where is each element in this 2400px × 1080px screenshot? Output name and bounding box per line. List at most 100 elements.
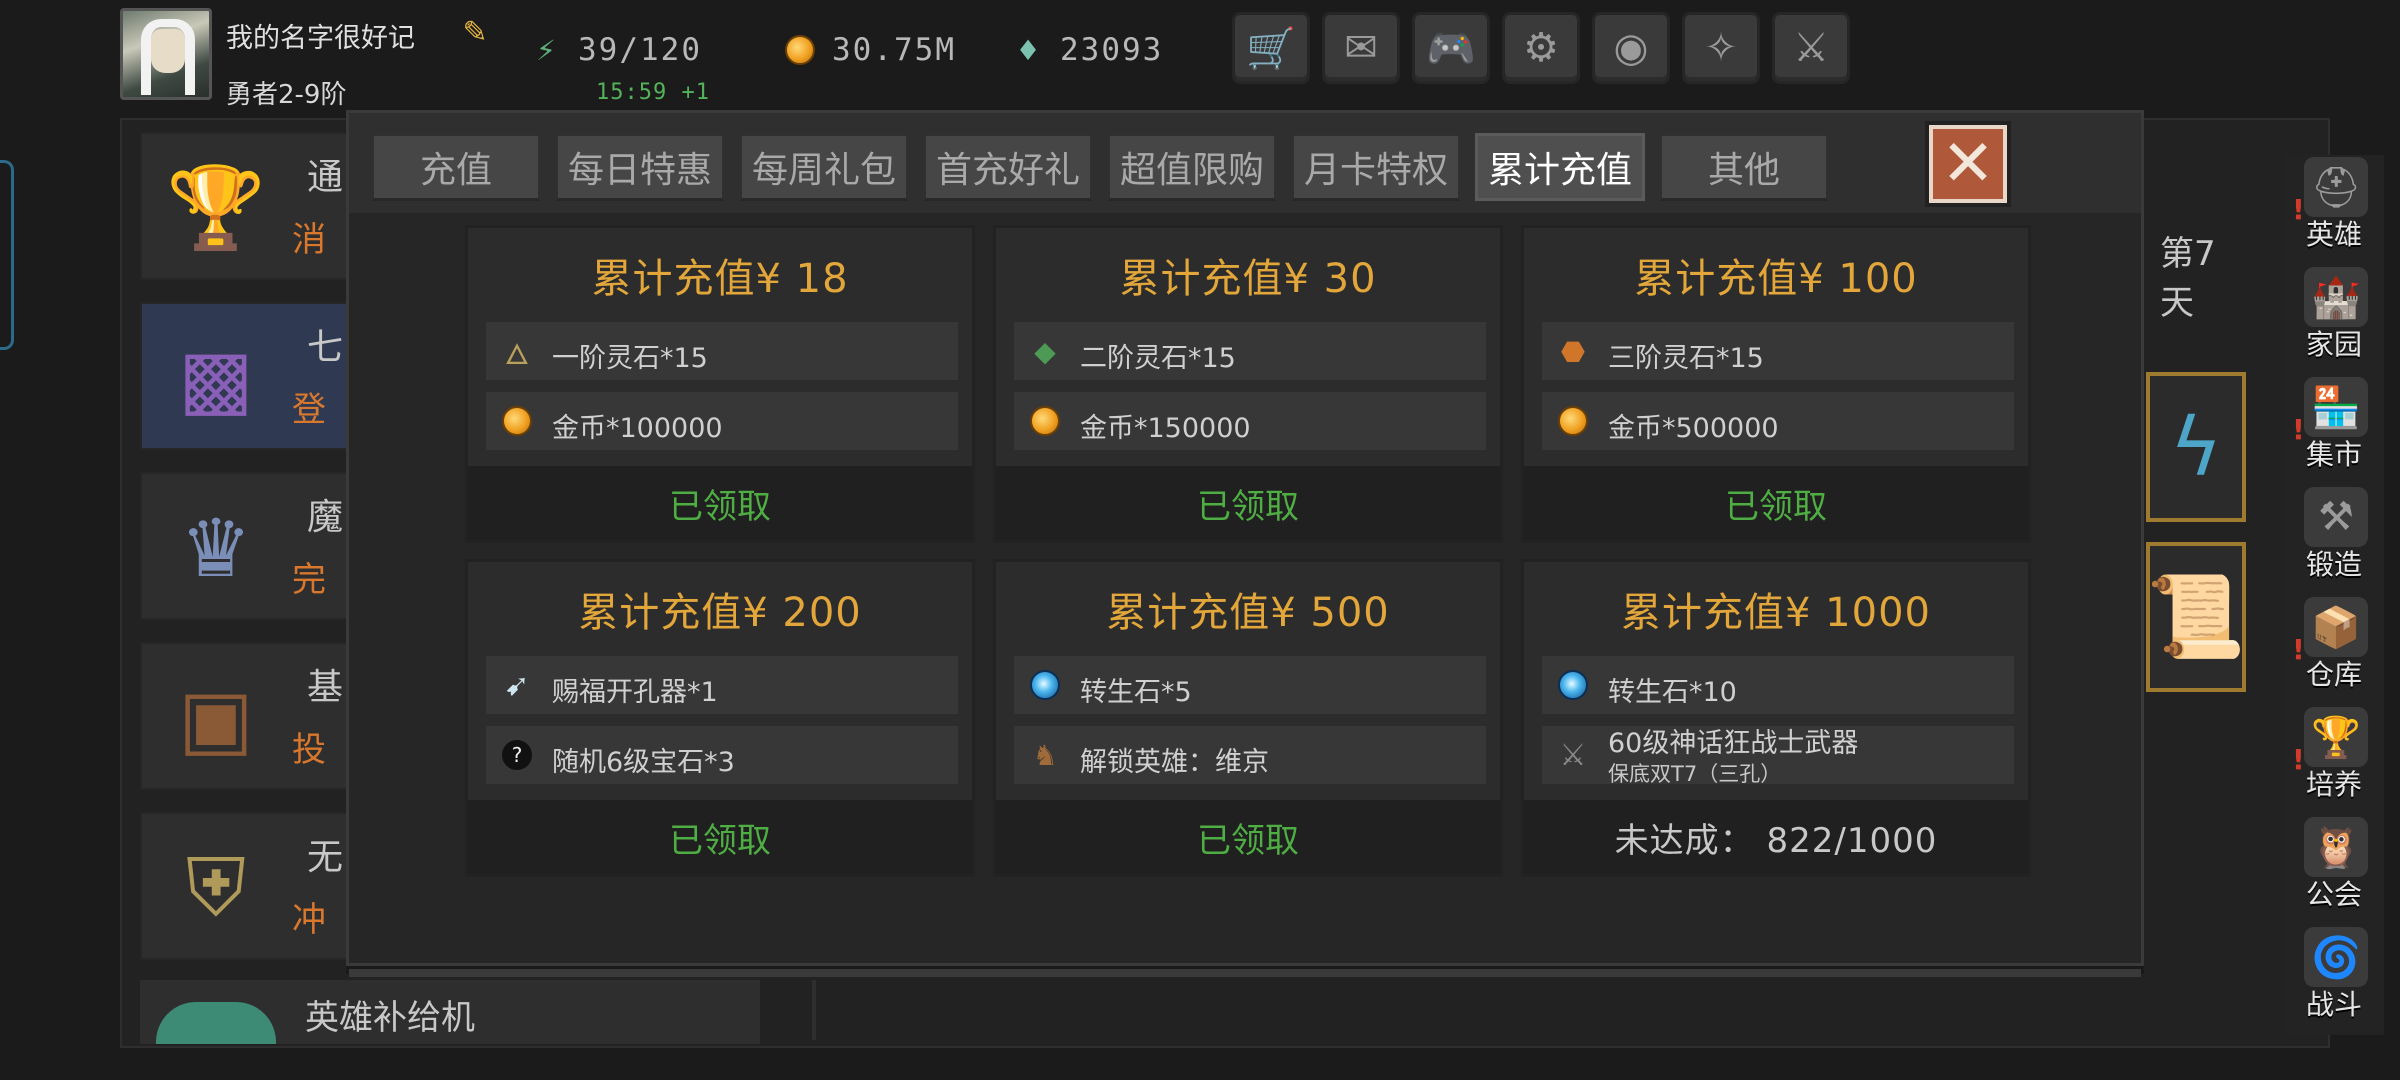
reward-item-text: 金币*150000 [1080, 413, 1251, 444]
close-button[interactable]: ✕ [1925, 121, 2011, 207]
sidebar-item[interactable]: 🏪! 集市 [2286, 375, 2382, 475]
top-status-bar: 我的名字很好记 ✎ 勇者2-9阶 ⚡ 39/120 15:59 +1 30.75… [0, 0, 2400, 110]
sidebar-item[interactable]: ⚒ 锻造 [2286, 485, 2382, 585]
recharge-modal: 充值 每日特惠 每周礼包 首充好礼 超值限购 月卡特权 累计充值 其他 ✕ 累计… [346, 110, 2144, 977]
reward-item-row[interactable]: ⚔ 60级神话狂战士武器保底双T7（三孔） [1542, 726, 2014, 786]
random-gem-icon: ? [500, 738, 534, 772]
sidebar-item-icon: 🏰 [2304, 267, 2368, 327]
shield-crest-icon: ⛨ [186, 841, 246, 934]
bg-item-subtitle: 消 [292, 220, 326, 260]
claimed-status[interactable]: 已领取 [468, 800, 972, 874]
reward-item-text: 金币*500000 [1608, 413, 1779, 444]
tab-first-recharge[interactable]: 首充好礼 [923, 133, 1093, 201]
mythic-weapon-icon: ⚔ [1559, 737, 1587, 773]
crossed-swords-button[interactable]: ⚔ [1772, 12, 1850, 84]
diamond-value: 23093 [1060, 32, 1164, 68]
sidebar-item[interactable]: ⛑! 英雄 [2286, 155, 2382, 255]
scroll-card-icon[interactable]: 📜 [2146, 542, 2246, 692]
reward-card: 累计充值¥ 100 ⬣ 三阶灵石*15 金币*500000 已领取 [1521, 225, 2031, 543]
reward-item-text: 一阶灵石*15 [552, 343, 708, 374]
reward-item-text: 转生石*10 [1608, 677, 1737, 708]
reward-item-text: 60级神话狂战士武器 [1608, 728, 1859, 759]
sidebar-item-label: 集市 [2305, 438, 2362, 471]
tab-weekly-pack[interactable]: 每周礼包 [739, 133, 909, 201]
player-name: 我的名字很好记 [226, 23, 415, 54]
hero-supply-item[interactable]: 英雄补给机 [140, 980, 760, 1044]
tab-recharge[interactable]: 充值 [371, 133, 541, 201]
stone-tier2-icon: ◆ [1034, 334, 1056, 368]
bg-item-subtitle: 登 [292, 390, 326, 430]
sidebar-item-label: 公会 [2305, 878, 2362, 911]
reward-card: 累计充值¥ 1000 转生石*10 ⚔ 60级神话狂战士武器 保底双T7（三孔） 未达成：… [1521, 559, 2031, 877]
sidebar-item[interactable]: 🌀 战斗 [2286, 925, 2382, 1025]
reward-item-row[interactable]: ➹ 赐福开孔器*1 [486, 656, 958, 714]
gold-resource: 30.75M [782, 30, 956, 70]
tab-cumulative-recharge[interactable]: 累计充值 [1475, 133, 1645, 201]
claimed-status[interactable]: 已领取 [1524, 466, 2028, 540]
reward-item-text: 解锁英雄：维京 [1080, 747, 1269, 778]
reward-item-row[interactable]: 金币*100000 [486, 392, 958, 450]
tab-monthly-card[interactable]: 月卡特权 [1291, 133, 1461, 201]
claimed-status[interactable]: 已领取 [996, 800, 1500, 874]
sidebar-item-icon: 🌀 [2304, 927, 2368, 987]
mail-button[interactable]: ✉ [1322, 12, 1400, 84]
tab-daily-deals[interactable]: 每日特惠 [555, 133, 725, 201]
reward-item-subtext: 保底双T7（三孔） [1608, 762, 1782, 786]
claimed-status[interactable]: 已领取 [468, 466, 972, 540]
edit-name-icon[interactable]: ✎ [458, 16, 492, 50]
treasure-map-icon: ▩ [178, 331, 254, 425]
reward-item-row[interactable]: ♞ 解锁英雄：维京 [1014, 726, 1486, 784]
bg-item-title: 通 [307, 157, 344, 198]
color-wheel-button[interactable]: ◉ [1592, 12, 1670, 84]
reward-tier-title: 累计充值¥ 100 [1634, 256, 1918, 302]
tab-limited-offers[interactable]: 超值限购 [1107, 133, 1277, 201]
crystal-crown-icon: ♛ [180, 501, 252, 595]
reward-item-row[interactable]: ? 随机6级宝石*3 [486, 726, 958, 784]
reward-tier-title: 累计充值¥ 18 [591, 256, 849, 302]
reward-item-row[interactable]: ⬣ 三阶灵石*15 [1542, 322, 2014, 380]
reward-card: 累计充值¥ 500 转生石*5 ♞ 解锁英雄：维京 已领取 [993, 559, 1503, 877]
claimed-status[interactable]: 已领取 [996, 466, 1500, 540]
reward-item-row[interactable]: 🜂 一阶灵石*15 [486, 322, 958, 380]
spark-button[interactable]: ✧ [1682, 12, 1760, 84]
bg-item-title: 魔 [307, 497, 344, 538]
bg-item-title: 基 [307, 667, 344, 708]
reward-item-row[interactable]: ◆ 二阶灵石*15 [1014, 322, 1486, 380]
diamond-resource: ♦ 23093 [1010, 30, 1163, 70]
sidebar-item[interactable]: 🦉 公会 [2286, 815, 2382, 915]
day-label: 第7天 [2160, 234, 2216, 323]
reward-tier-title: 累计充值¥ 200 [578, 590, 862, 636]
player-avatar[interactable] [120, 8, 212, 100]
sidebar-item[interactable]: 📦! 仓库 [2286, 595, 2382, 695]
sidebar-item-label: 仓库 [2305, 658, 2362, 691]
tab-other[interactable]: 其他 [1659, 133, 1829, 201]
gamepad-button[interactable]: 🎮 [1412, 12, 1490, 84]
bg-item-subtitle: 投 [292, 730, 326, 770]
reward-card: 累计充值¥ 18 🜂 一阶灵石*15 金币*100000 已领取 [465, 225, 975, 543]
sidebar-item-label: 锻造 [2305, 548, 2362, 581]
color-wheel-icon: ◉ [1613, 25, 1649, 71]
sidebar-item[interactable]: 🏰 家园 [2286, 265, 2382, 365]
reward-item-row[interactable]: 转生石*10 [1542, 656, 2014, 714]
gamepad-icon: 🎮 [1426, 25, 1476, 72]
drill-tool-icon: ➹ [504, 667, 530, 703]
reward-tier-title: 累计充值¥ 1000 [1621, 590, 1931, 636]
gold-coin-icon [1028, 404, 1062, 438]
lightning-card-icon[interactable]: ϟ [2146, 372, 2246, 522]
reward-item-text: 赐福开孔器*1 [552, 677, 718, 708]
crossed-swords-icon: ⚔ [1793, 25, 1829, 71]
reward-item-row[interactable]: 金币*150000 [1014, 392, 1486, 450]
hero-supply-label: 英雄补给机 [305, 998, 475, 1038]
tab-bar: 充值 每日特惠 每周礼包 首充好礼 超值限购 月卡特权 累计充值 其他 ✕ [349, 113, 2141, 213]
chalice-icon: 🏆 [166, 161, 266, 254]
stone-tier3-icon: ⬣ [1560, 334, 1586, 368]
left-edge-tab[interactable] [0, 160, 14, 350]
gear-button[interactable]: ⚙ [1502, 12, 1580, 84]
reward-item-row[interactable]: 转生石*5 [1014, 656, 1486, 714]
reward-item-row[interactable]: 金币*500000 [1542, 392, 2014, 450]
sidebar-item-icon: ⚒ [2304, 487, 2368, 547]
diamond-icon: ♦ [1015, 33, 1041, 67]
gear-icon: ⚙ [1523, 25, 1559, 71]
shop-cart-button[interactable]: 🛒 [1232, 12, 1310, 84]
sidebar-item[interactable]: 🏆! 培养 [2286, 705, 2382, 805]
